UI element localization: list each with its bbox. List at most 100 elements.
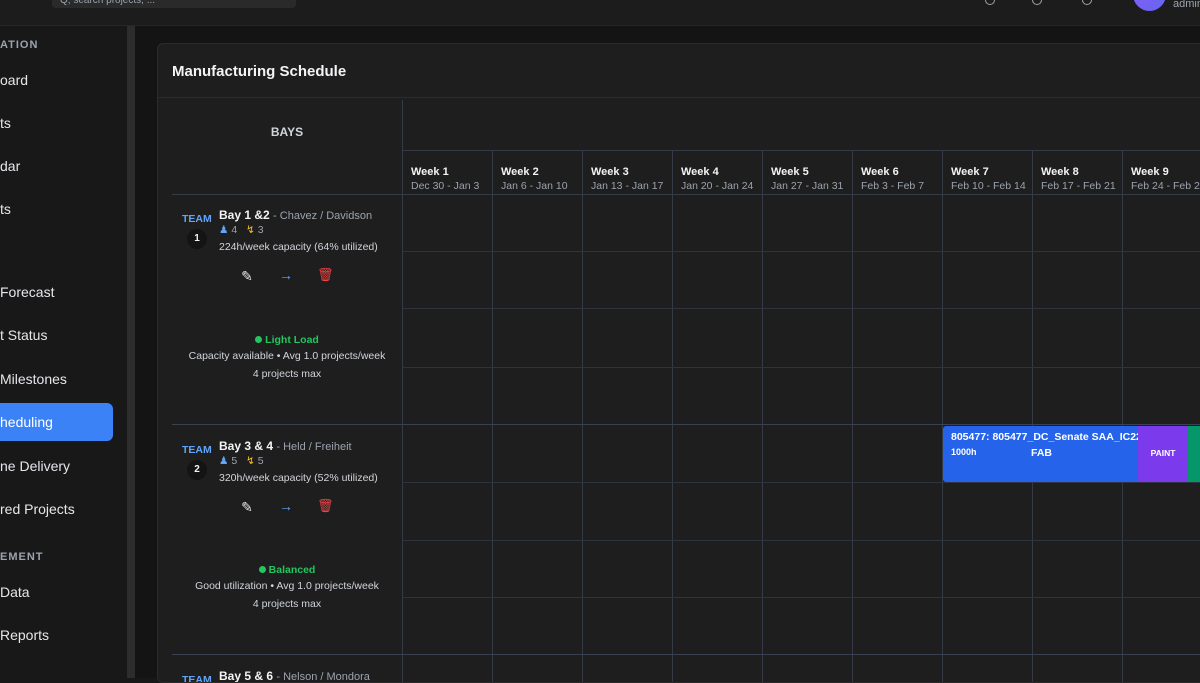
- week-name: Week 5: [771, 166, 809, 178]
- project-count: 5: [257, 455, 264, 467]
- week-header: Week 9 Feb 24 - Feb 28: [1122, 150, 1200, 194]
- load-status: Balanced: [172, 564, 402, 576]
- week-header: Week 5 Jan 27 - Jan 31: [762, 150, 852, 194]
- sidebar-item-export-reports[interactable]: Reports: [0, 616, 113, 654]
- load-detail: Good utilization • Avg 1.0 projects/week: [195, 580, 379, 592]
- week-dates: Jan 6 - Jan 10: [501, 180, 568, 192]
- settings-icon[interactable]: [1032, 0, 1042, 5]
- user-role: admin: [1173, 0, 1200, 10]
- status-dot: [255, 336, 263, 343]
- sidebar-item-scheduling[interactable]: heduling: [0, 403, 113, 441]
- bay-leads: - Nelson / Mondora: [276, 671, 370, 683]
- sidebar-section-label: ATION: [0, 39, 39, 51]
- week-dates: Feb 10 - Feb 14: [951, 180, 1026, 192]
- team-number-badge: 2: [187, 460, 207, 480]
- member-count: 5: [231, 455, 238, 467]
- sidebar-item-reports[interactable]: ts: [0, 190, 113, 228]
- people-icon: ♟: [219, 224, 229, 236]
- week-name: Week 3: [591, 166, 629, 178]
- load-detail: Capacity available • Avg 1.0 projects/we…: [188, 350, 386, 362]
- divider: [852, 194, 853, 682]
- sidebar-item-forecast[interactable]: Forecast: [0, 273, 113, 311]
- week-name: Week 1: [411, 166, 449, 178]
- trash-icon[interactable]: 🗑: [317, 267, 334, 283]
- bay-title: Bay 1 &2: [219, 208, 270, 222]
- week-name: Week 7: [951, 166, 989, 178]
- week-header: Week 3 Jan 13 - Jan 17: [582, 150, 672, 194]
- week-dates: Dec 30 - Jan 3: [411, 180, 480, 192]
- bay-stats: ♟ 5 ↯ 5: [219, 455, 264, 467]
- page-title: Manufacturing Schedule: [172, 63, 347, 80]
- project-count: 3: [257, 224, 264, 236]
- week-dates: Jan 13 - Jan 17: [591, 180, 664, 192]
- sidebar-item-calendar[interactable]: dar: [0, 147, 113, 185]
- sidebar-item-import-data[interactable]: Data: [0, 573, 113, 611]
- bolt-icon: ↯: [245, 455, 255, 467]
- phase-label: FAB: [1031, 447, 1052, 459]
- project-bar-paint[interactable]: PAINT: [1138, 426, 1188, 482]
- team-label: TEAM: [182, 444, 212, 456]
- sidebar-item-project-status[interactable]: t Status: [0, 316, 113, 354]
- divider: [402, 367, 1200, 368]
- max-projects: 4 projects max: [252, 598, 322, 610]
- sidebar-section-label: EMENT: [0, 551, 44, 563]
- divider: [402, 597, 1200, 598]
- project-bar-fab[interactable]: 805477: 805477_DC_Senate SAA_IC22As0_03 …: [943, 426, 1138, 482]
- pencil-icon[interactable]: ✎: [239, 268, 255, 285]
- avatar[interactable]: [1133, 0, 1166, 11]
- bay-stats: ♟ 4 ↯ 3: [219, 224, 264, 236]
- divider: [492, 194, 493, 682]
- bay-name: Bay 5 & 6 - Nelson / Mondora: [219, 669, 370, 683]
- divider: [402, 482, 1200, 483]
- sidebar-item-projects[interactable]: ts: [0, 104, 113, 142]
- max-projects: 4 projects max: [252, 368, 322, 380]
- load-status-label: Light Load: [265, 334, 319, 346]
- help-icon[interactable]: [1082, 0, 1092, 5]
- schedule-card: Manufacturing Schedule BAYS Week 1 Dec 30…: [157, 43, 1200, 683]
- top-bar: Q, search projects, ... admin: [0, 0, 1200, 26]
- week-header: Week 6 Feb 3 - Feb 7: [852, 150, 942, 194]
- load-status-label: Balanced: [268, 564, 316, 576]
- sidebar-item-delivered-projects[interactable]: red Projects: [0, 490, 113, 528]
- week-name: Week 2: [501, 166, 539, 178]
- week-header: Week 7 Feb 10 - Feb 14: [942, 150, 1032, 194]
- sidebar-item-dashboard[interactable]: oard: [0, 61, 113, 99]
- sidebar-item-milestones[interactable]: Milestones: [0, 360, 113, 398]
- bay-row: TEAM 2 Bay 3 & 4 - Held / Freiheit ♟ 5 ↯…: [172, 425, 402, 654]
- bays-header: BAYS: [270, 125, 304, 139]
- bay-capacity: 320h/week capacity (52% utilized): [219, 472, 378, 484]
- bolt-icon: ↯: [245, 224, 255, 236]
- sidebar-item-on-time-delivery[interactable]: ne Delivery: [0, 447, 113, 485]
- pencil-icon[interactable]: ✎: [239, 499, 255, 516]
- project-bar-next-phase[interactable]: [1188, 426, 1200, 482]
- week-dates: Feb 24 - Feb 28: [1131, 180, 1200, 192]
- week-dates: Feb 3 - Feb 7: [861, 180, 925, 192]
- week-dates: Jan 20 - Jan 24: [681, 180, 754, 192]
- week-dates: Jan 27 - Jan 31: [771, 180, 844, 192]
- arrow-right-icon[interactable]: →: [278, 267, 294, 283]
- divider: [158, 97, 1200, 98]
- bay-row: TEAM 1 Bay 1 &2 - Chavez / Davidson ♟ 4 …: [172, 195, 402, 424]
- load-status: Light Load: [172, 334, 402, 346]
- bay-leads: - Chavez / Davidson: [273, 210, 373, 222]
- team-label: TEAM: [182, 674, 212, 683]
- divider: [402, 540, 1200, 541]
- people-icon: ♟: [219, 455, 229, 467]
- search-input[interactable]: Q, search projects, ...: [52, 0, 296, 8]
- divider: [672, 194, 673, 682]
- trash-icon[interactable]: 🗑: [317, 498, 334, 514]
- project-hours: 1000h: [951, 447, 977, 457]
- week-dates: Feb 17 - Feb 21: [1041, 180, 1116, 192]
- main-content: Manufacturing Schedule BAYS Week 1 Dec 30…: [135, 26, 1200, 683]
- week-name: Week 8: [1041, 166, 1079, 178]
- bay-name: Bay 1 &2 - Chavez / Davidson: [219, 208, 372, 222]
- member-count: 4: [231, 224, 238, 236]
- notification-icon[interactable]: [985, 0, 995, 5]
- arrow-right-icon[interactable]: →: [278, 498, 294, 514]
- status-dot: [258, 566, 266, 573]
- sidebar-scrollbar[interactable]: [127, 26, 135, 678]
- week-header: Week 8 Feb 17 - Feb 21: [1032, 150, 1122, 194]
- schedule-grid: BAYS Week 1 Dec 30 - Jan 3 Week 2 Jan 6 - …: [172, 100, 1200, 683]
- team-number-badge: 1: [187, 229, 207, 249]
- bay-capacity: 224h/week capacity (64% utilized): [219, 241, 378, 253]
